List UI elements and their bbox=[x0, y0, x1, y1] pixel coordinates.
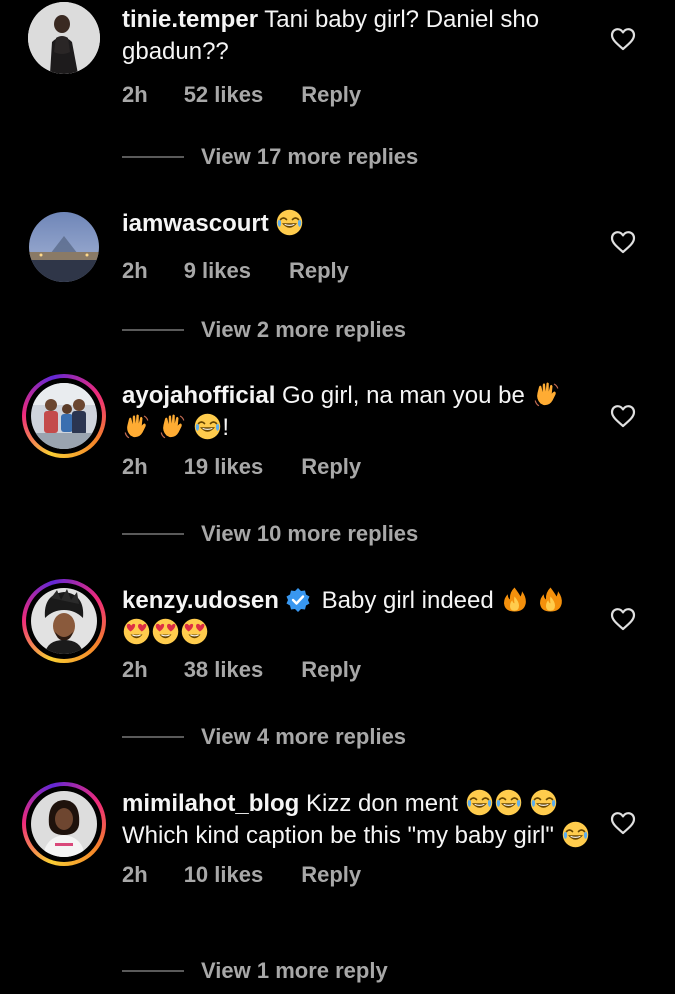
avatar-story-ring[interactable] bbox=[22, 579, 106, 663]
comment-body: Baby girl indeed bbox=[321, 587, 494, 614]
avatar[interactable] bbox=[26, 0, 102, 76]
waving-hand-emoji-icon bbox=[159, 413, 186, 440]
avatar-image bbox=[31, 588, 97, 654]
tears-of-joy-emoji-icon bbox=[530, 789, 557, 816]
heart-icon[interactable] bbox=[610, 811, 636, 835]
view-replies-button[interactable]: View 4 more replies bbox=[122, 724, 406, 750]
divider-line bbox=[122, 156, 184, 158]
avatar-woman-white-top bbox=[31, 791, 97, 857]
avatar-image bbox=[29, 212, 99, 282]
view-replies-label: View 10 more replies bbox=[201, 521, 419, 546]
avatar-louvre-pyramid bbox=[29, 212, 99, 282]
likes-count[interactable]: 10 likes bbox=[184, 862, 264, 888]
verified-badge-icon bbox=[286, 588, 310, 612]
tears-of-joy-emoji-icon bbox=[562, 821, 589, 848]
fire-emoji-icon bbox=[501, 586, 528, 613]
view-replies-button[interactable]: View 10 more replies bbox=[122, 521, 418, 547]
avatar-gap bbox=[26, 378, 102, 454]
comment-text: kenzy.udosen Baby girl indeed bbox=[122, 585, 592, 649]
divider-line bbox=[122, 533, 184, 535]
avatar-woman-dark-dress bbox=[28, 2, 100, 74]
comment-meta: 2h 9 likes Reply bbox=[122, 258, 592, 284]
divider-line bbox=[122, 329, 184, 331]
timestamp: 2h bbox=[122, 862, 148, 887]
comment-text: tinie.temper Tani baby girl? Daniel sho … bbox=[122, 4, 592, 68]
comment-meta: 2h 38 likes Reply bbox=[122, 657, 592, 683]
view-replies-button[interactable]: View 1 more reply bbox=[122, 958, 388, 984]
comment-text: mimilahot_blog Kizz don ment Which kind … bbox=[122, 788, 592, 852]
comment-body: Go girl, na man you be bbox=[282, 382, 525, 409]
tears-of-joy-emoji-icon bbox=[495, 789, 522, 816]
timestamp: 2h bbox=[122, 454, 148, 479]
reply-button[interactable]: Reply bbox=[301, 862, 361, 888]
comment-trailing: ! bbox=[222, 414, 230, 441]
reply-button[interactable]: Reply bbox=[301, 657, 361, 683]
heart-eyes-emoji-icon bbox=[152, 618, 179, 645]
comment-meta: 2h 19 likes Reply bbox=[122, 454, 592, 480]
comment-text: ayojahofficial Go girl, na man you be ! bbox=[122, 380, 592, 444]
comment-body: Kizz don ment bbox=[306, 790, 459, 817]
timestamp: 2h bbox=[122, 258, 148, 283]
reply-button[interactable]: Reply bbox=[301, 82, 361, 108]
view-replies-label: View 4 more replies bbox=[201, 724, 407, 749]
comment-meta: 2h 10 likes Reply bbox=[122, 862, 592, 888]
avatar-man-headwrap bbox=[31, 588, 97, 654]
tears-of-joy-emoji-icon bbox=[276, 209, 303, 236]
reply-button[interactable]: Reply bbox=[289, 258, 349, 284]
timestamp: 2h bbox=[122, 82, 148, 107]
avatar[interactable] bbox=[29, 212, 99, 282]
avatar-story-ring[interactable] bbox=[22, 374, 106, 458]
reply-button[interactable]: Reply bbox=[301, 454, 361, 480]
likes-count[interactable]: 38 likes bbox=[184, 657, 264, 683]
avatar-image bbox=[28, 2, 100, 74]
fire-emoji-icon bbox=[537, 586, 564, 613]
username[interactable]: ayojahofficial bbox=[122, 382, 275, 409]
avatar-family-photo bbox=[31, 383, 97, 449]
username[interactable]: iamwascourt bbox=[122, 210, 269, 237]
view-replies-button[interactable]: View 17 more replies bbox=[122, 144, 418, 170]
waving-hand-emoji-icon bbox=[533, 381, 560, 408]
divider-line bbox=[122, 970, 184, 972]
comment-meta: 2h 52 likes Reply bbox=[122, 82, 592, 108]
comment-text: iamwascourt bbox=[122, 208, 592, 240]
view-replies-label: View 1 more reply bbox=[201, 958, 388, 983]
username[interactable]: tinie.temper bbox=[122, 6, 258, 33]
tears-of-joy-emoji-icon bbox=[466, 789, 493, 816]
comment-body-continued: Which kind caption be this "my baby girl… bbox=[122, 822, 554, 849]
waving-hand-emoji-icon bbox=[123, 413, 150, 440]
divider-line bbox=[122, 736, 184, 738]
heart-eyes-emoji-icon bbox=[181, 618, 208, 645]
likes-count[interactable]: 19 likes bbox=[184, 454, 264, 480]
avatar-gap bbox=[26, 786, 102, 862]
heart-icon[interactable] bbox=[610, 607, 636, 631]
view-replies-button[interactable]: View 2 more replies bbox=[122, 317, 406, 343]
timestamp: 2h bbox=[122, 657, 148, 682]
username[interactable]: mimilahot_blog bbox=[122, 790, 299, 817]
avatar-image bbox=[31, 383, 97, 449]
heart-icon[interactable] bbox=[610, 230, 636, 254]
likes-count[interactable]: 9 likes bbox=[184, 258, 251, 284]
tears-of-joy-emoji-icon bbox=[194, 413, 221, 440]
view-replies-label: View 2 more replies bbox=[201, 317, 407, 342]
heart-icon[interactable] bbox=[610, 27, 636, 51]
username[interactable]: kenzy.udosen bbox=[122, 587, 279, 614]
heart-icon[interactable] bbox=[610, 404, 636, 428]
avatar-image bbox=[31, 791, 97, 857]
avatar-gap bbox=[26, 583, 102, 659]
likes-count[interactable]: 52 likes bbox=[184, 82, 264, 108]
heart-eyes-emoji-icon bbox=[123, 618, 150, 645]
avatar-story-ring[interactable] bbox=[22, 782, 106, 866]
view-replies-label: View 17 more replies bbox=[201, 144, 419, 169]
